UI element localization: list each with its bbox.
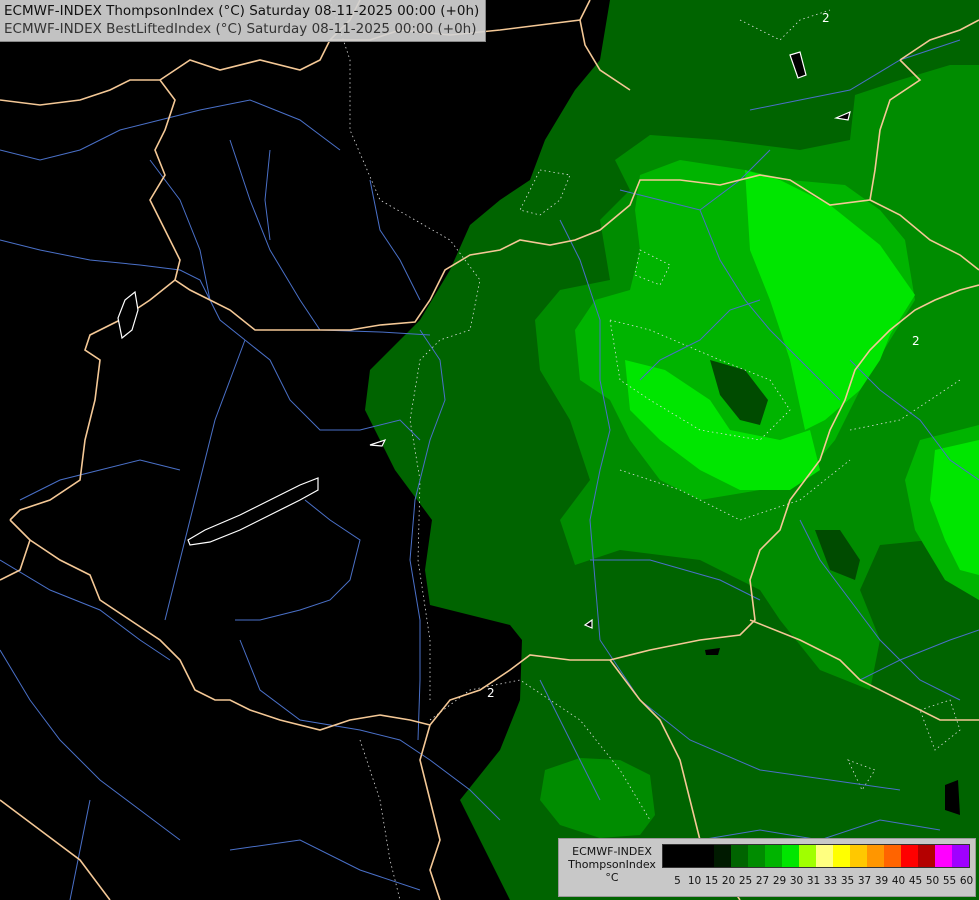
- legend-tick: 45: [908, 875, 923, 887]
- legend-swatch: [884, 845, 901, 867]
- title-line-best-lifted: ECMWF-INDEX BestLiftedIndex (°C) Saturda…: [4, 21, 477, 37]
- legend-tick: 10: [687, 875, 702, 887]
- title-line-thompson: ECMWF-INDEX ThompsonIndex (°C) Saturday …: [4, 3, 480, 19]
- legend-swatch: [850, 845, 867, 867]
- legend-swatch: [816, 845, 833, 867]
- field-black-spot: [945, 780, 960, 815]
- legend-swatch: [918, 845, 935, 867]
- legend-swatch: [697, 845, 714, 867]
- legend-swatch: [680, 845, 697, 867]
- legend-tick: 33: [823, 875, 838, 887]
- legend-tick: 29: [772, 875, 787, 887]
- legend-color-bar: [662, 844, 970, 868]
- legend-swatch: [765, 845, 782, 867]
- legend-swatch: [782, 845, 799, 867]
- contour-label: 2: [487, 686, 495, 700]
- weather-map: 2 2 2: [0, 0, 979, 900]
- legend-ticks: 5 10 15 20 25 27 29 30 31 33 35 37 39 40 45 50 55 60: [669, 875, 975, 887]
- legend-swatch: [748, 845, 765, 867]
- legend-swatch: [935, 845, 952, 867]
- legend-unit: °C: [605, 871, 619, 884]
- map-title: ECMWF-INDEX ThompsonIndex (°C) Saturday …: [0, 0, 487, 42]
- legend-tick: 39: [874, 875, 889, 887]
- legend-swatch: [833, 845, 850, 867]
- legend-tick: 27: [755, 875, 770, 887]
- color-legend: ECMWF-INDEX ThompsonIndex °C 5 10 15 20 25 27…: [558, 838, 976, 897]
- legend-tick: 55: [942, 875, 957, 887]
- legend-variable: ThompsonIndex: [568, 858, 656, 871]
- legend-swatch: [731, 845, 748, 867]
- legend-tick: 15: [704, 875, 719, 887]
- legend-tick: 31: [806, 875, 821, 887]
- legend-tick: 30: [789, 875, 804, 887]
- contour-label: 2: [912, 334, 920, 348]
- legend-tick: 5: [674, 875, 681, 887]
- legend-tick: 40: [891, 875, 906, 887]
- legend-tick: 35: [840, 875, 855, 887]
- legend-swatch: [952, 845, 969, 867]
- legend-label: ECMWF-INDEX ThompsonIndex °C: [563, 845, 661, 884]
- contour-label: 2: [822, 11, 830, 25]
- legend-model: ECMWF-INDEX: [572, 845, 652, 858]
- legend-swatch: [867, 845, 884, 867]
- legend-swatch: [714, 845, 731, 867]
- legend-tick: 50: [925, 875, 940, 887]
- legend-tick: 25: [738, 875, 753, 887]
- legend-swatch: [799, 845, 816, 867]
- legend-swatch: [901, 845, 918, 867]
- legend-tick: 37: [857, 875, 872, 887]
- legend-tick: 20: [721, 875, 736, 887]
- legend-tick: 60: [959, 875, 974, 887]
- legend-swatch: [663, 845, 680, 867]
